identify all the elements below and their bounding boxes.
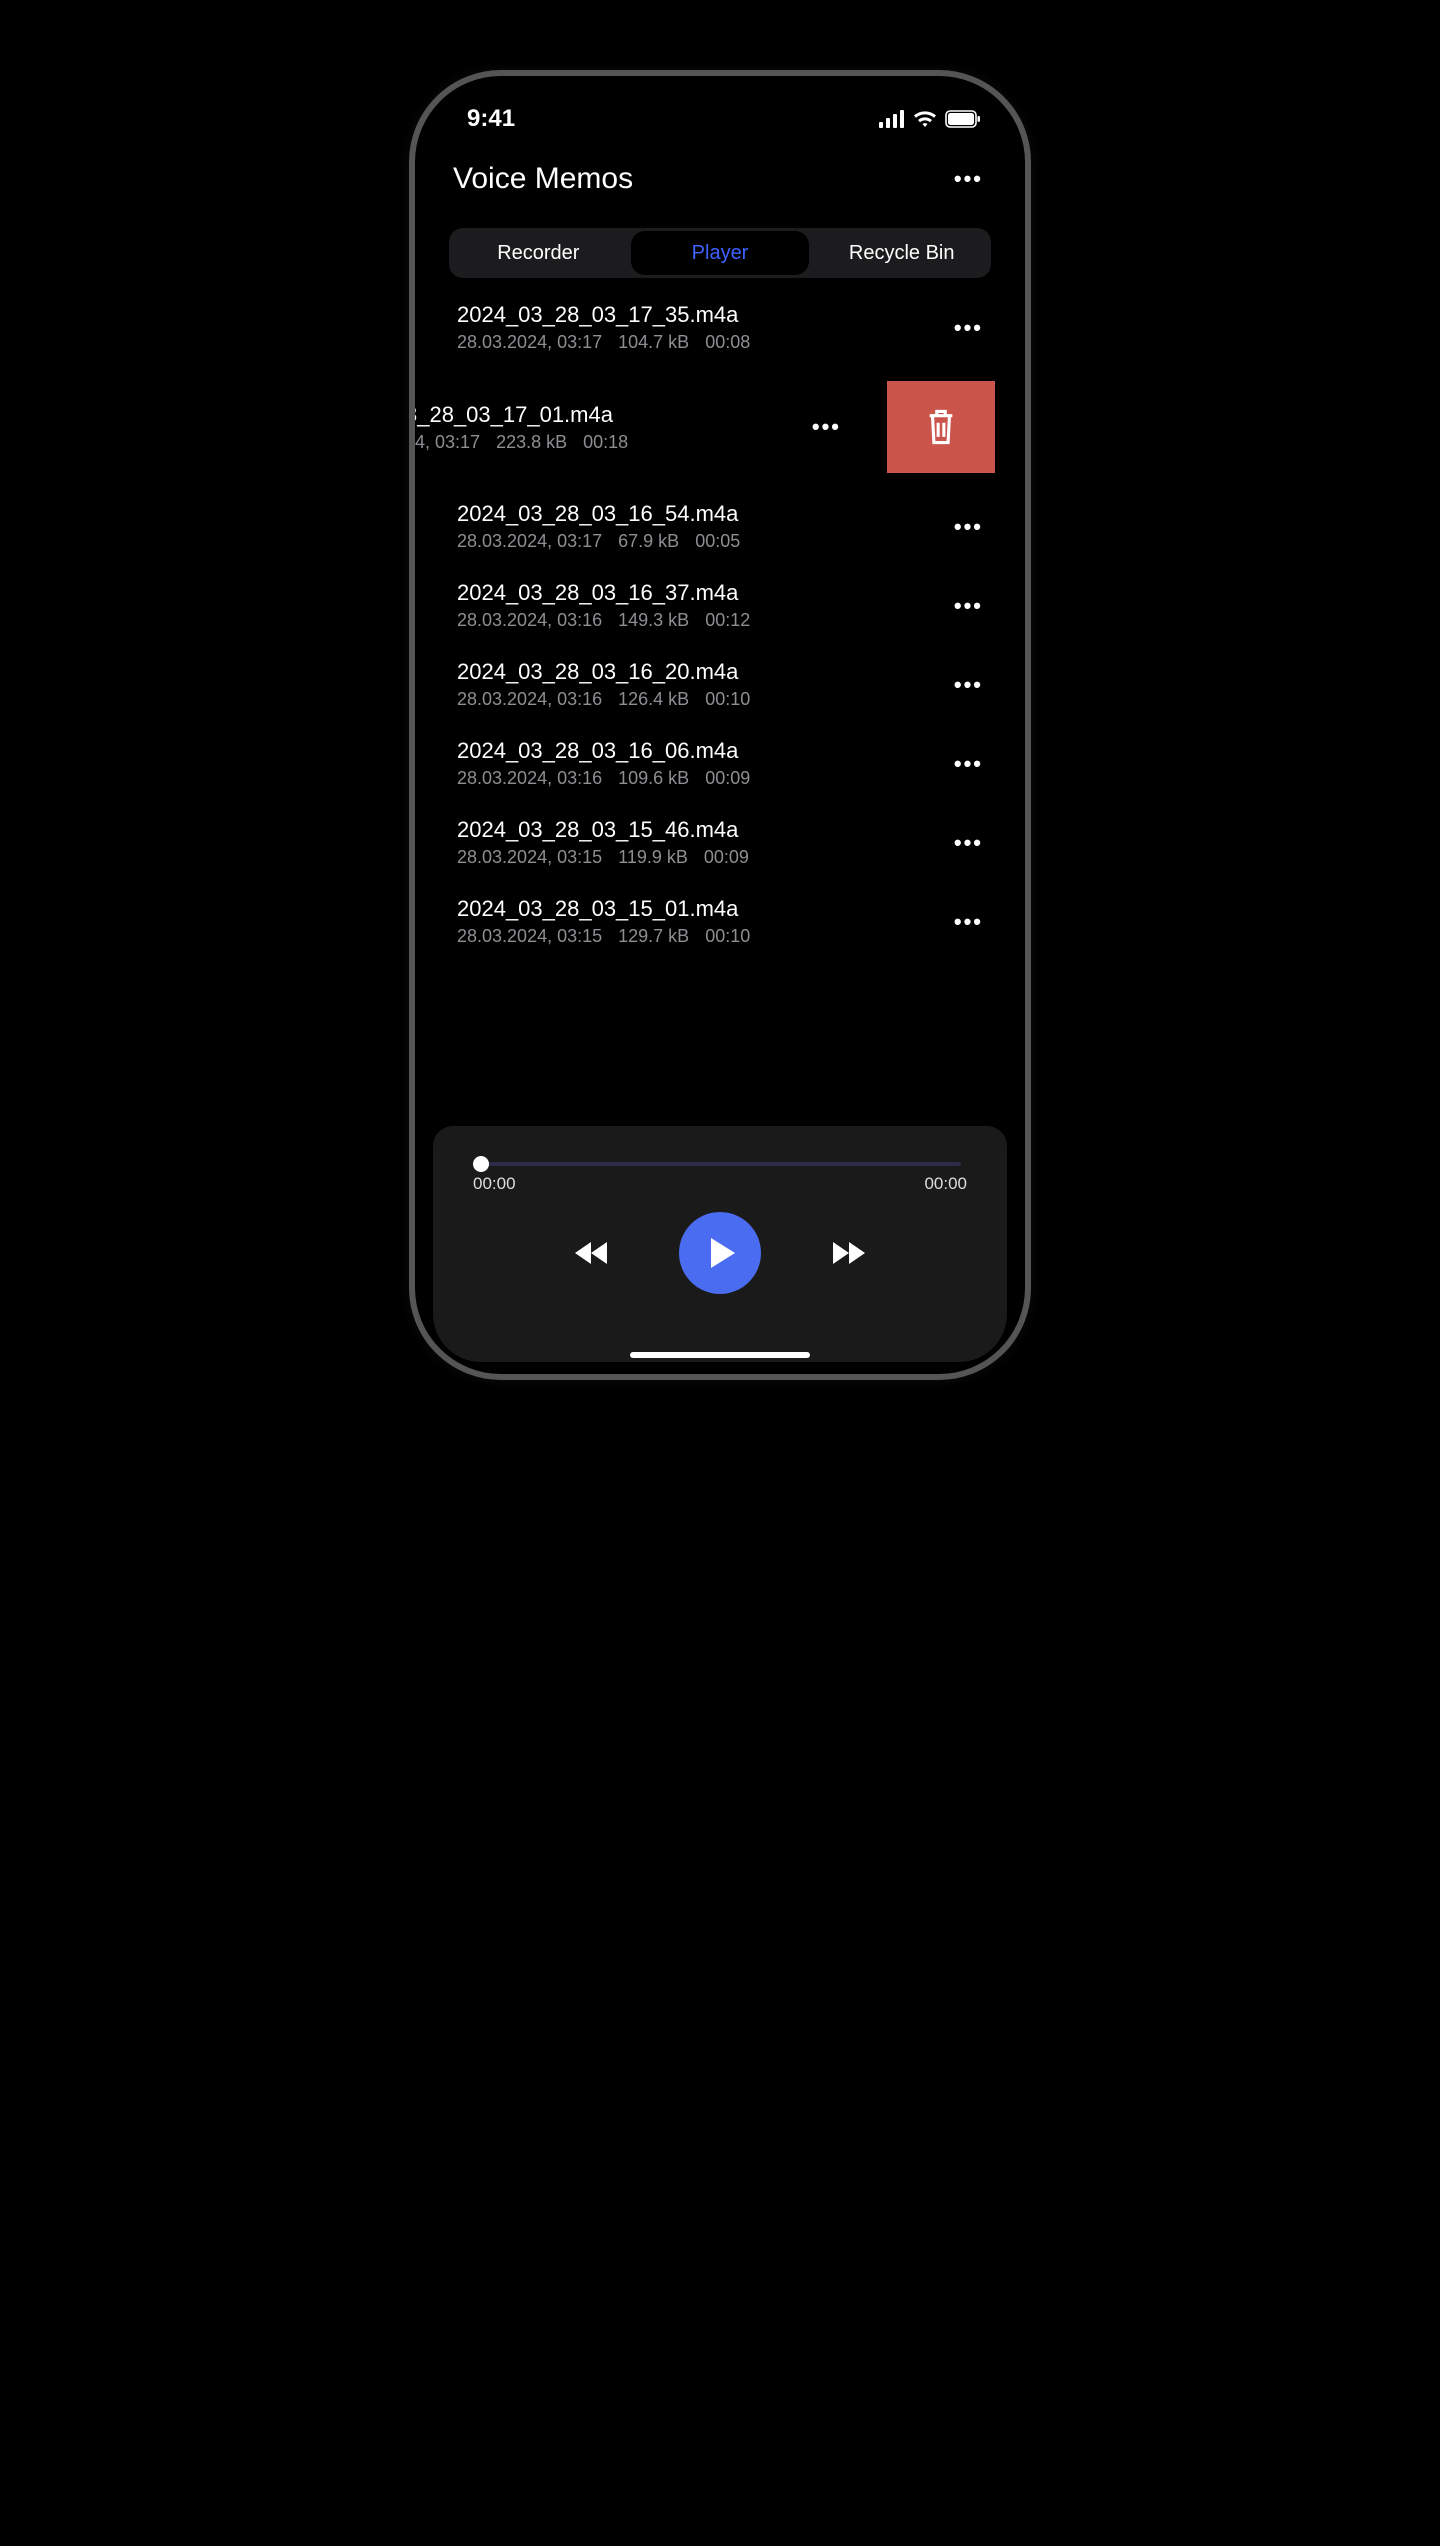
recording-meta: 24, 03:17223.8 kB00:18: [415, 432, 628, 453]
recording-name: 3_28_03_17_01.m4a: [415, 402, 628, 428]
recording-name: 2024_03_28_03_17_35.m4a: [457, 302, 750, 328]
tab-bar: Recorder Player Recycle Bin: [449, 228, 991, 278]
recording-name: 2024_03_28_03_16_54.m4a: [457, 501, 740, 527]
player-controls: [469, 1212, 971, 1294]
recording-row[interactable]: 3_28_03_17_01.m4a 24, 03:17223.8 kB00:18 •…: [415, 367, 995, 487]
recording-meta: 28.03.2024, 03:15119.9 kB00:09: [457, 847, 749, 868]
recording-row[interactable]: 2024_03_28_03_16_20.m4a 28.03.2024, 03:16…: [415, 645, 1025, 724]
forward-button[interactable]: [849, 1242, 865, 1264]
home-indicator[interactable]: [630, 1352, 810, 1358]
time-elapsed: 00:00: [473, 1174, 516, 1194]
screen: 9:41 Voice Memos ••• Recorder Pl: [415, 76, 1025, 1374]
recording-meta: 28.03.2024, 03:16149.3 kB00:12: [457, 610, 750, 631]
tab-recycle-bin[interactable]: Recycle Bin: [812, 228, 991, 278]
recording-meta: 28.03.2024, 03:15129.7 kB00:10: [457, 926, 750, 947]
cellular-icon: [879, 110, 905, 128]
row-more-icon[interactable]: •••: [950, 749, 987, 779]
recording-info: 2024_03_28_03_15_01.m4a 28.03.2024, 03:15…: [457, 896, 750, 947]
tab-player[interactable]: Player: [631, 231, 810, 275]
recording-info: 2024_03_28_03_17_35.m4a 28.03.2024, 03:17…: [457, 302, 750, 353]
delete-button[interactable]: [887, 381, 995, 473]
page-header: Voice Memos •••: [415, 148, 1025, 204]
recording-info: 3_28_03_17_01.m4a 24, 03:17223.8 kB00:18: [415, 402, 628, 453]
player-panel: 00:00 00:00: [433, 1126, 1007, 1362]
header-more-icon[interactable]: •••: [950, 164, 987, 194]
recording-name: 2024_03_28_03_15_01.m4a: [457, 896, 750, 922]
row-more-icon[interactable]: •••: [950, 907, 987, 937]
recording-row[interactable]: 2024_03_28_03_15_46.m4a 28.03.2024, 03:15…: [415, 803, 1025, 882]
row-more-icon[interactable]: •••: [950, 670, 987, 700]
rewind-button[interactable]: [575, 1242, 591, 1264]
row-more-icon[interactable]: •••: [950, 313, 987, 343]
wifi-icon: [913, 110, 937, 128]
phone-frame: 9:41 Voice Memos ••• Recorder Pl: [409, 70, 1031, 1380]
status-time: 9:41: [467, 105, 515, 133]
recording-name: 2024_03_28_03_15_46.m4a: [457, 817, 749, 843]
row-more-icon[interactable]: •••: [950, 828, 987, 858]
status-right: [879, 110, 981, 128]
trash-icon: [924, 407, 958, 447]
recording-meta: 28.03.2024, 03:16126.4 kB00:10: [457, 689, 750, 710]
recording-info: 2024_03_28_03_16_06.m4a 28.03.2024, 03:16…: [457, 738, 750, 789]
tab-bar-wrap: Recorder Player Recycle Bin: [415, 204, 1025, 288]
status-bar: 9:41: [415, 76, 1025, 148]
play-button[interactable]: [679, 1212, 761, 1294]
row-more-icon[interactable]: •••: [950, 591, 987, 621]
recording-meta: 28.03.2024, 03:17104.7 kB00:08: [457, 332, 750, 353]
recording-name: 2024_03_28_03_16_37.m4a: [457, 580, 750, 606]
recording-row[interactable]: 2024_03_28_03_17_35.m4a 28.03.2024, 03:17…: [415, 288, 1025, 367]
seek-track[interactable]: [479, 1162, 961, 1166]
recording-info: 2024_03_28_03_16_54.m4a 28.03.2024, 03:17…: [457, 501, 740, 552]
row-actions: •••: [808, 381, 995, 473]
tab-recorder[interactable]: Recorder: [449, 228, 628, 278]
row-more-icon[interactable]: •••: [808, 412, 845, 442]
recording-info: 2024_03_28_03_16_20.m4a 28.03.2024, 03:16…: [457, 659, 750, 710]
recording-row[interactable]: 2024_03_28_03_16_54.m4a 28.03.2024, 03:17…: [415, 487, 1025, 566]
recording-row[interactable]: 2024_03_28_03_15_01.m4a 28.03.2024, 03:15…: [415, 882, 1025, 961]
play-icon: [711, 1238, 735, 1268]
time-labels: 00:00 00:00: [473, 1174, 967, 1194]
recording-row[interactable]: 2024_03_28_03_16_06.m4a 28.03.2024, 03:16…: [415, 724, 1025, 803]
time-remaining: 00:00: [924, 1174, 967, 1194]
recording-row[interactable]: 2024_03_28_03_16_37.m4a 28.03.2024, 03:16…: [415, 566, 1025, 645]
recording-info: 2024_03_28_03_15_46.m4a 28.03.2024, 03:15…: [457, 817, 749, 868]
seek-thumb[interactable]: [473, 1156, 489, 1172]
battery-icon: [945, 110, 981, 128]
recording-meta: 28.03.2024, 03:16109.6 kB00:09: [457, 768, 750, 789]
recording-info: 2024_03_28_03_16_37.m4a 28.03.2024, 03:16…: [457, 580, 750, 631]
recording-meta: 28.03.2024, 03:1767.9 kB00:05: [457, 531, 740, 552]
recording-name: 2024_03_28_03_16_20.m4a: [457, 659, 750, 685]
page-title: Voice Memos: [453, 162, 633, 196]
row-more-icon[interactable]: •••: [950, 512, 987, 542]
recording-name: 2024_03_28_03_16_06.m4a: [457, 738, 750, 764]
